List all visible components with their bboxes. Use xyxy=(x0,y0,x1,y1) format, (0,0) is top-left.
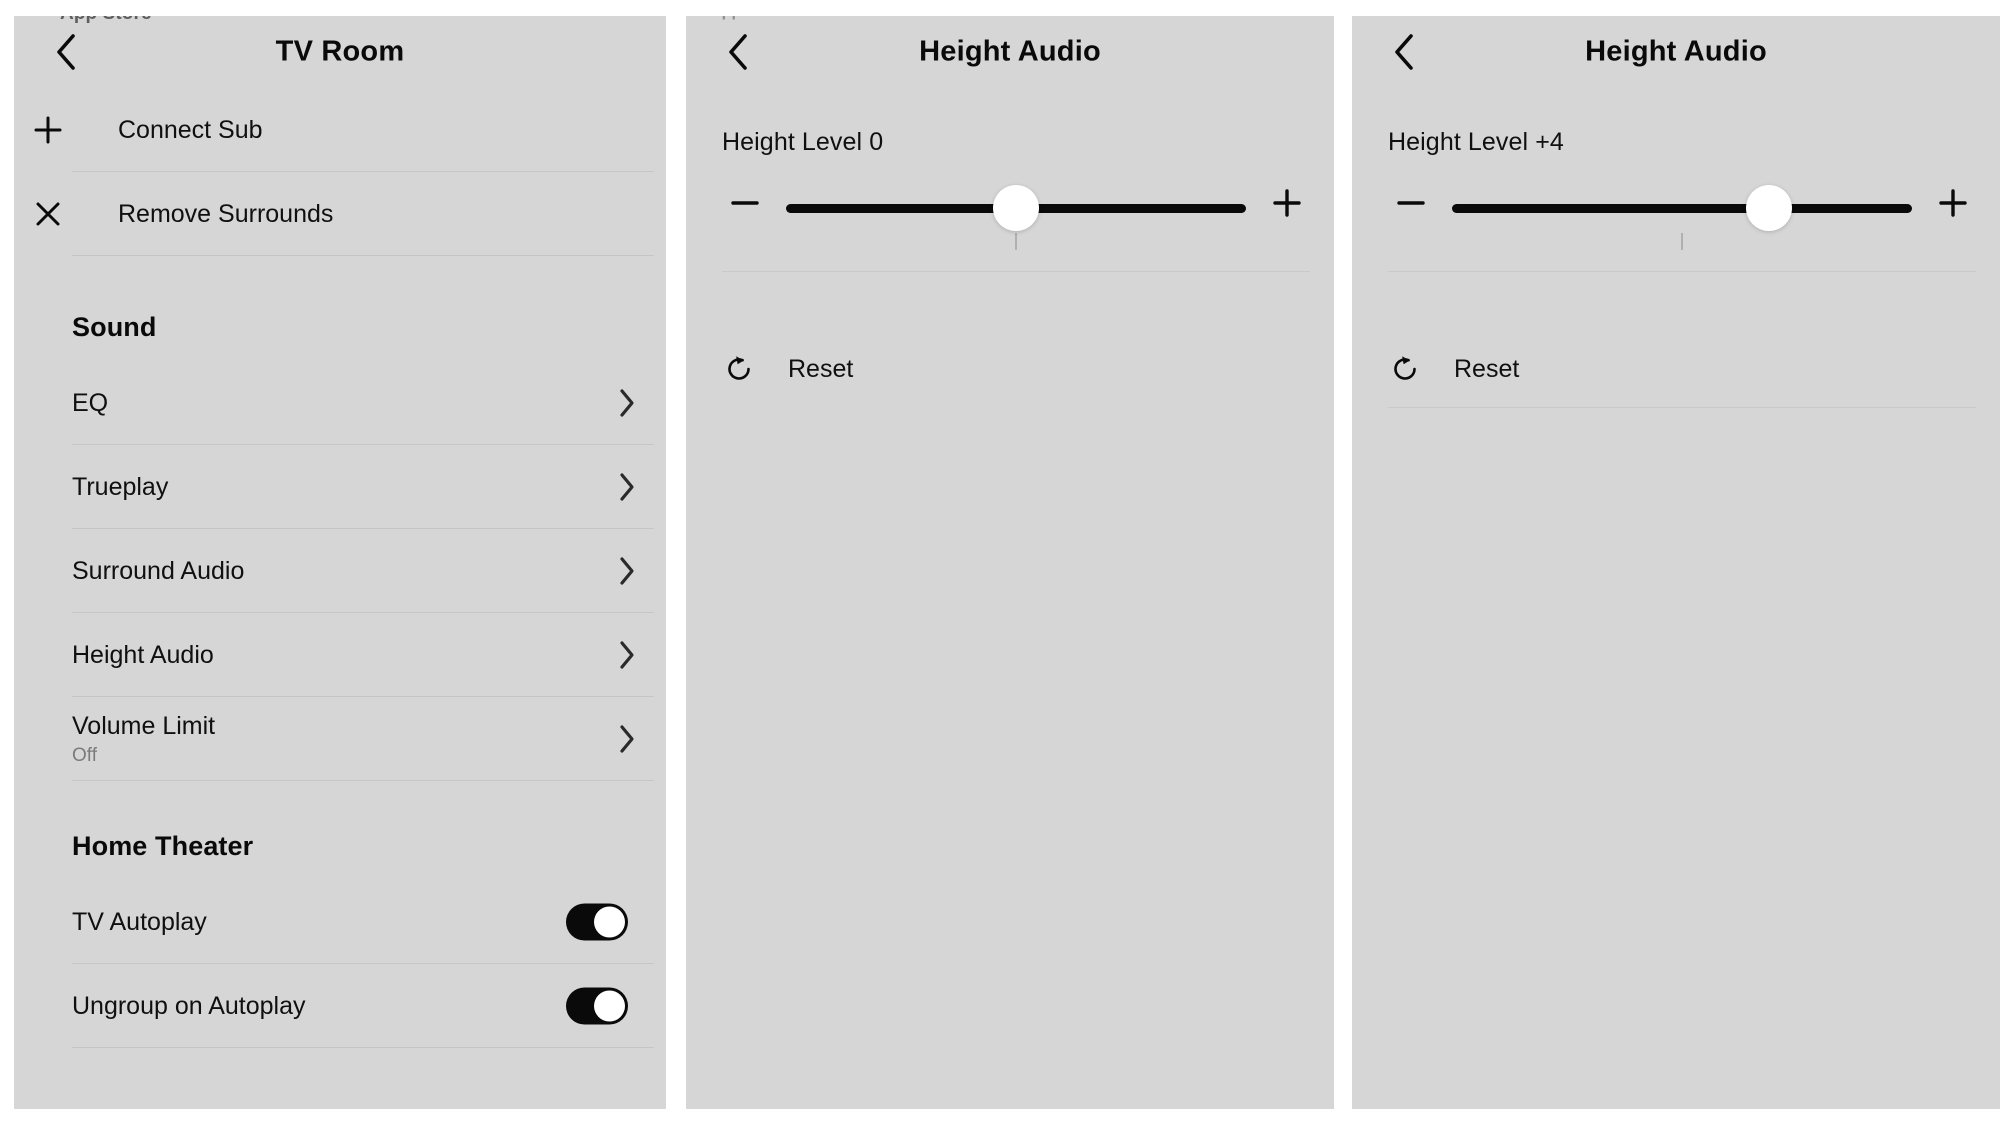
chevron-right-icon xyxy=(618,472,636,502)
sound-item-label: EQ xyxy=(72,389,109,417)
plus-icon xyxy=(1270,186,1304,225)
connect-sub-label: Connect Sub xyxy=(118,116,263,144)
navbar-height-audio: Height Audio xyxy=(686,16,1334,88)
panel-tv-room: App Store TV Room Connect Sub xyxy=(14,16,666,1109)
minus-icon xyxy=(728,186,762,225)
reset-icon xyxy=(722,352,756,386)
navbar-tv-room: TV Room xyxy=(14,16,666,88)
sound-item-label: Trueplay xyxy=(72,473,169,501)
connect-sub-row[interactable]: Connect Sub xyxy=(34,88,654,172)
height-level-slider[interactable] xyxy=(1452,157,1912,253)
height-level-label: Height Level +4 xyxy=(1388,128,1564,156)
chevron-right-icon xyxy=(618,640,636,670)
home-theater-item-label: TV Autoplay xyxy=(72,908,207,936)
sound-item-height-audio[interactable]: Height Audio xyxy=(72,613,654,697)
divider xyxy=(1388,271,1976,272)
sound-item-trueplay[interactable]: Trueplay xyxy=(72,445,654,529)
decrease-button[interactable] xyxy=(1388,182,1434,228)
divider xyxy=(722,271,1310,272)
remove-surrounds-label: Remove Surrounds xyxy=(118,200,334,228)
panel-height-audio-level-plus-4: Height Audio Height Level +4 Reset xyxy=(1352,16,2000,1109)
slider-center-tick xyxy=(1681,233,1683,250)
section-heading-sound: Sound xyxy=(72,312,157,342)
chevron-right-icon xyxy=(618,724,636,754)
home-theater-item-label: Ungroup on Autoplay xyxy=(72,992,306,1020)
slider-thumb[interactable] xyxy=(1746,185,1793,231)
chevron-right-icon xyxy=(618,388,636,418)
increase-button[interactable] xyxy=(1930,182,1976,228)
sound-item-volume-limit[interactable]: Volume Limit Off xyxy=(72,697,654,781)
plus-icon xyxy=(30,112,66,148)
toggle-knob xyxy=(594,906,625,938)
sound-item-eq[interactable]: EQ xyxy=(72,361,654,445)
page-title: Height Audio xyxy=(1585,35,1767,68)
sound-item-surround-audio[interactable]: Surround Audio xyxy=(72,529,654,613)
remove-surrounds-row[interactable]: Remove Surrounds xyxy=(36,172,654,256)
reset-button[interactable]: Reset xyxy=(1388,330,1976,408)
height-level-slider-row xyxy=(1388,157,1976,253)
height-level-control: Height Level 0 Reset xyxy=(686,128,1334,408)
chevron-right-icon xyxy=(618,556,636,586)
slider-center-tick xyxy=(1015,233,1017,250)
height-level-control: Height Level +4 Reset xyxy=(1352,128,2000,408)
slider-thumb[interactable] xyxy=(993,185,1039,231)
reset-label: Reset xyxy=(1454,354,1520,383)
height-level-slider[interactable] xyxy=(786,157,1246,253)
home-theater-item-ungroup-on-autoplay[interactable]: Ungroup on Autoplay xyxy=(72,964,654,1048)
reset-icon xyxy=(1388,352,1422,386)
section-heading-home-theater: Home Theater xyxy=(72,831,254,861)
decrease-button[interactable] xyxy=(722,182,768,228)
sound-item-label: Volume Limit xyxy=(72,712,216,741)
sound-item-value: Off xyxy=(72,745,97,767)
increase-button[interactable] xyxy=(1264,182,1310,228)
reset-button[interactable]: Reset xyxy=(722,330,1310,408)
panel-height-audio-level-0: App Store Height Audio Height Level 0 xyxy=(686,16,1334,1109)
sound-item-label: Height Audio xyxy=(72,641,214,669)
height-level-label: Height Level 0 xyxy=(722,128,884,156)
reset-label: Reset xyxy=(788,354,854,383)
tv-autoplay-toggle[interactable] xyxy=(566,903,628,941)
action-list: Connect Sub Remove Surrounds Sound EQ Tr… xyxy=(14,88,666,1048)
page-title: Height Audio xyxy=(919,35,1101,68)
home-theater-item-tv-autoplay[interactable]: TV Autoplay xyxy=(72,880,654,964)
slider-track xyxy=(1452,204,1912,213)
minus-icon xyxy=(1394,186,1428,225)
navbar-height-audio: Height Audio xyxy=(1352,16,2000,88)
toggle-knob xyxy=(594,990,625,1022)
close-icon xyxy=(30,196,66,232)
sound-item-label: Surround Audio xyxy=(72,557,245,585)
screenshot-stage: App Store TV Room Connect Sub xyxy=(0,0,2000,1125)
ungroup-on-autoplay-toggle[interactable] xyxy=(566,987,628,1025)
height-level-slider-row xyxy=(722,157,1310,253)
page-title: TV Room xyxy=(275,35,405,68)
plus-icon xyxy=(1936,186,1970,225)
